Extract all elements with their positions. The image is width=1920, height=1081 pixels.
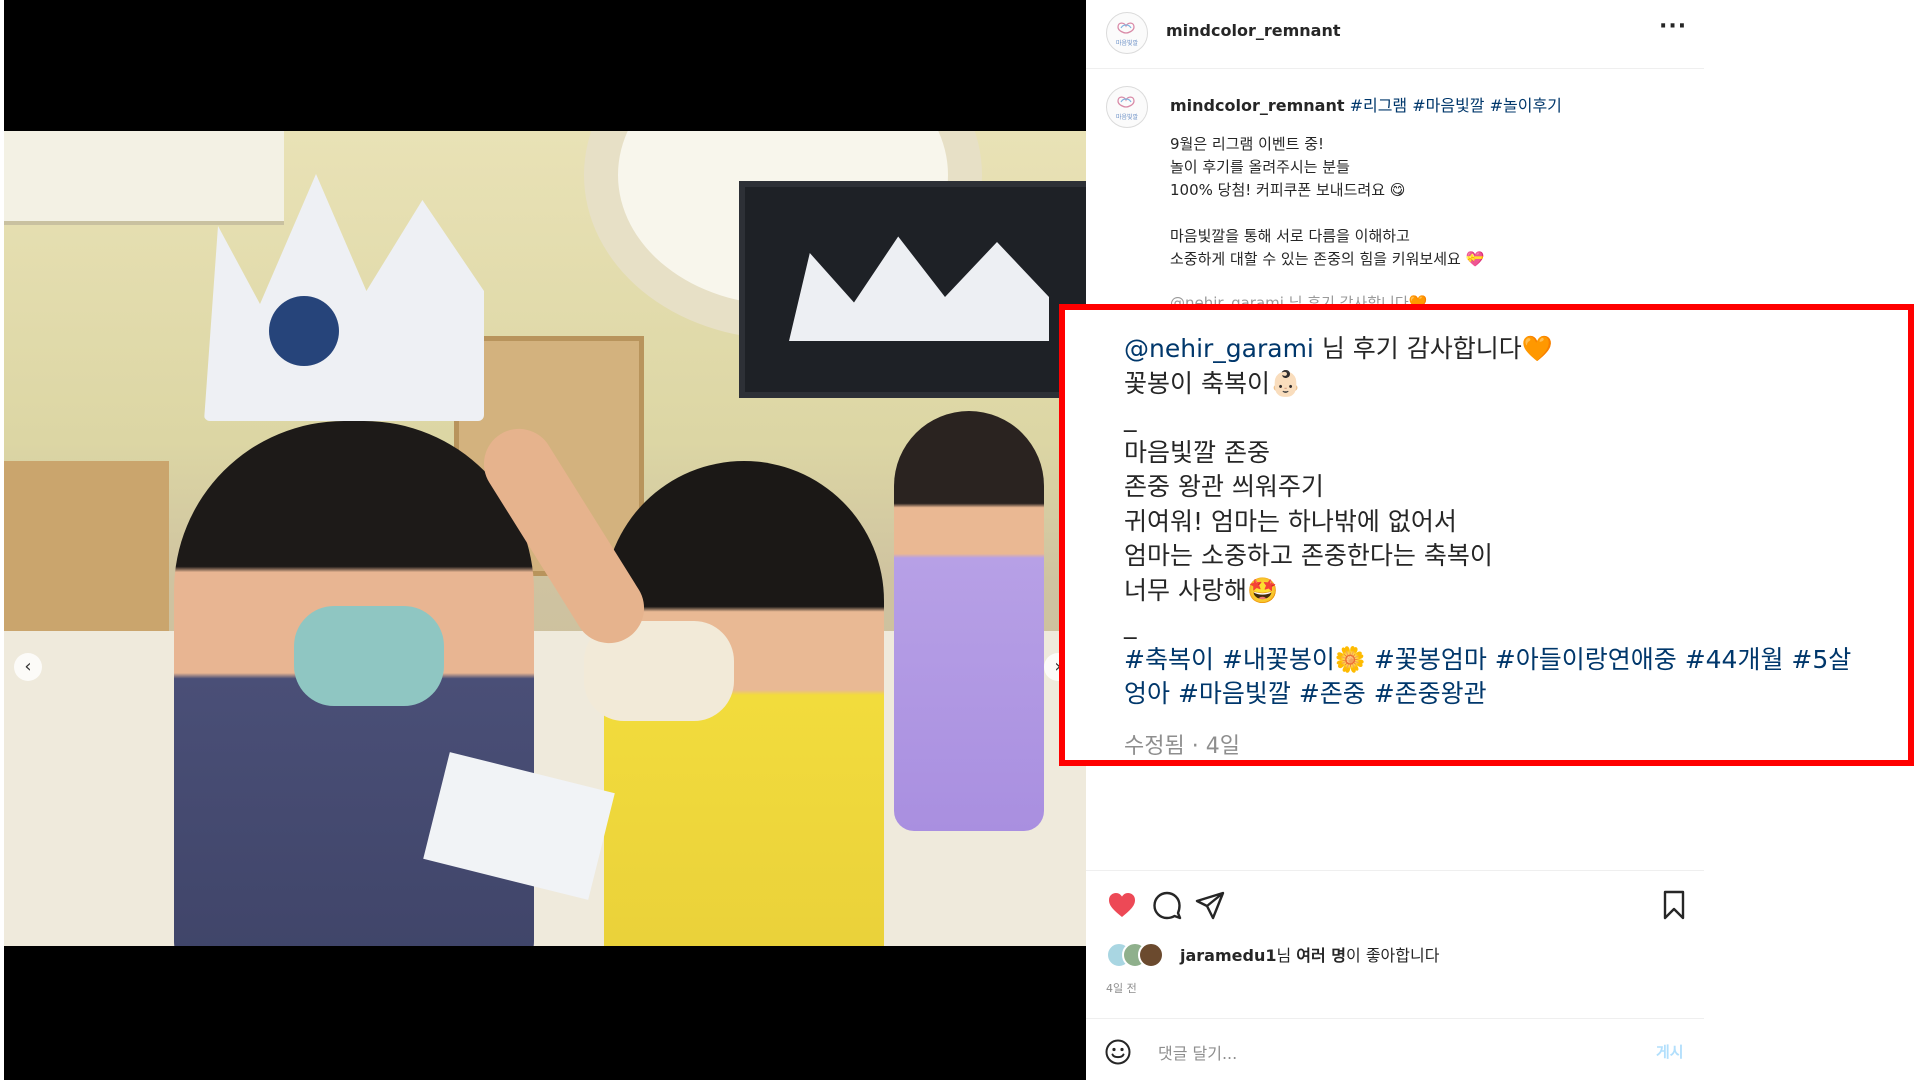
- emoji-icon[interactable]: [1104, 1038, 1132, 1066]
- caption-header: mindcolor_remnant #리그램 #마음빛깔 #놀이후기: [1170, 92, 1562, 116]
- comment-input[interactable]: [1156, 1039, 1580, 1067]
- caption-hashtags[interactable]: #리그램 #마음빛깔 #놀이후기: [1350, 96, 1562, 115]
- post-timestamp[interactable]: 4일 전: [1106, 980, 1137, 996]
- heart-icon[interactable]: [1106, 889, 1138, 921]
- more-options-icon[interactable]: ···: [1659, 14, 1687, 39]
- zoom-line: 꽃봉이 축복이👶🏻: [1124, 368, 1302, 398]
- post-header: 마음빛깔 mindcolor_remnant ···: [1086, 0, 1704, 69]
- bookmark-icon[interactable]: [1658, 889, 1690, 921]
- liker-username[interactable]: jaramedu1: [1180, 946, 1276, 965]
- comment-icon[interactable]: [1151, 889, 1183, 921]
- highlight-zoom-box: @nehir_garami 님 후기 감사합니다🧡 꽃봉이 축복이👶🏻 _ 마음…: [1059, 304, 1914, 766]
- photo-mask-left: [294, 606, 444, 706]
- zoom-text: 님 후기 감사합니다: [1313, 334, 1522, 363]
- chevron-left-icon[interactable]: ‹: [14, 653, 42, 681]
- post-media: ‹ › nehir_garami: [4, 0, 1086, 1080]
- zoom-separator: _: [1124, 403, 1137, 432]
- photo-child-back: [894, 411, 1044, 831]
- post-photo[interactable]: ‹ › nehir_garami: [4, 131, 1086, 946]
- zoom-meta: 수정됨 · 4일: [1124, 734, 1240, 759]
- zoom-line: 존중 왕관 씌워주기: [1124, 472, 1324, 501]
- post-comment-button[interactable]: 게시: [1656, 1041, 1684, 1062]
- zoom-line: 귀여워! 엄마는 하나밖에 없어서: [1124, 506, 1457, 536]
- likes-text[interactable]: jaramedu1님 여러 명이 좋아합니다: [1180, 942, 1439, 966]
- avatar-text: 마음빛깔: [1115, 114, 1139, 121]
- likes-suffix: 님: [1276, 946, 1297, 965]
- likes-summary: jaramedu1님 여러 명이 좋아합니다: [1106, 940, 1439, 968]
- orange-heart-emoji: 🧡: [1521, 334, 1553, 363]
- likes-count[interactable]: 여러 명: [1296, 946, 1346, 965]
- header-username[interactable]: mindcolor_remnant: [1166, 21, 1340, 40]
- avatar-text: 마음빛깔: [1115, 40, 1139, 47]
- zoom-hashtags[interactable]: 엉아 #마음빛깔 #존중 #존중왕관: [1124, 677, 1904, 712]
- caption-avatar[interactable]: 마음빛깔: [1106, 86, 1148, 128]
- add-comment-bar: 게시: [1086, 1018, 1704, 1081]
- brand-logo-icon: [1117, 22, 1135, 34]
- action-bar: [1086, 870, 1704, 933]
- brand-logo-icon: [1117, 96, 1135, 108]
- zoomed-comment: @nehir_garami 님 후기 감사합니다🧡 꽃봉이 축복이👶🏻 _ 마음…: [1124, 332, 1904, 712]
- photo-wall-board: [4, 131, 284, 225]
- zoom-line: 마음빛깔 존중: [1124, 437, 1270, 467]
- photo-crown-sticker: [269, 296, 339, 366]
- liker-avatar[interactable]: [1138, 942, 1164, 968]
- avatar[interactable]: 마음빛깔: [1106, 12, 1148, 54]
- liker-avatars: [1106, 942, 1170, 968]
- share-icon[interactable]: [1194, 889, 1226, 921]
- likes-suffix: 이 좋아합니다: [1346, 946, 1440, 965]
- caption-body: 9월은 리그램 이벤트 중! 놀이 후기를 올려주시는 분들 100% 당첨! …: [1170, 135, 1485, 268]
- zoom-hashtags[interactable]: #축복이 #내꽃봉이🌼 #꽃봉엄마 #아들이랑연애중 #44개월 #5살: [1124, 643, 1904, 678]
- zoom-line: @nehir_garami 님 후기 감사합니다🧡: [1124, 332, 1904, 367]
- zoom-line: 너무 사랑해🤩: [1124, 575, 1279, 605]
- photo-child-right: [584, 461, 884, 946]
- caption-username[interactable]: mindcolor_remnant: [1170, 96, 1344, 115]
- comment-mention[interactable]: @nehir_garami: [1124, 334, 1314, 363]
- zoom-line: 엄마는 소중하고 존중한다는 축복이: [1124, 541, 1493, 570]
- zoom-separator: _: [1124, 610, 1137, 639]
